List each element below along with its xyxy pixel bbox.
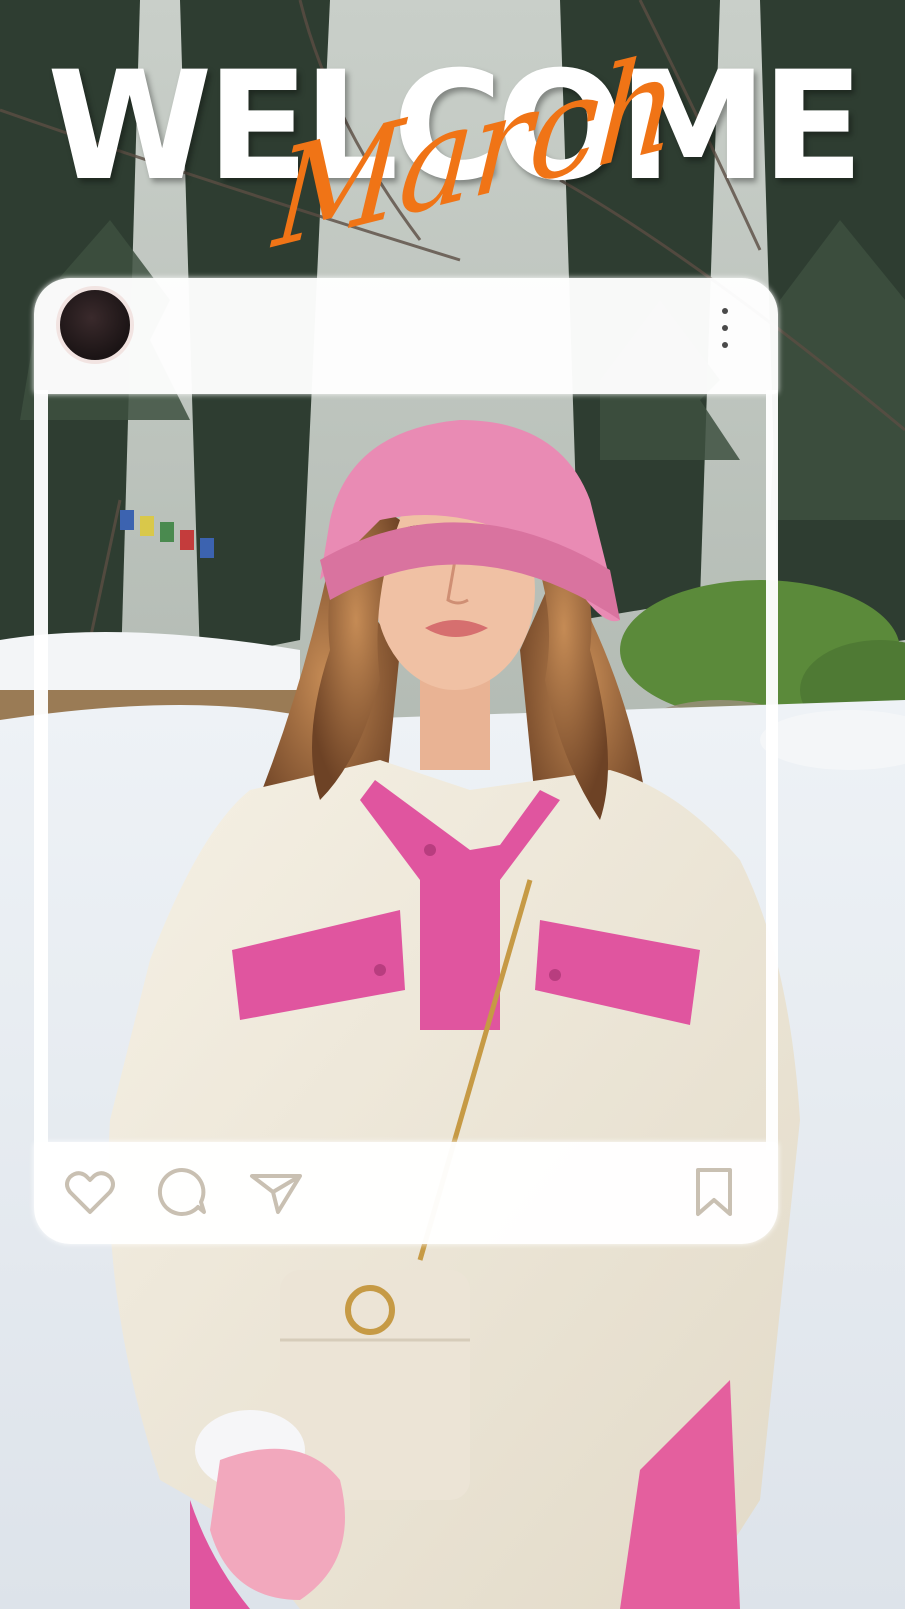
- post-header: [34, 278, 778, 394]
- avatar[interactable]: [56, 286, 134, 364]
- frame-left-border: [34, 390, 48, 1150]
- send-icon[interactable]: [246, 1162, 306, 1222]
- frame-right-border: [766, 390, 778, 1150]
- comment-icon[interactable]: [152, 1162, 212, 1222]
- bookmark-icon[interactable]: [684, 1162, 744, 1222]
- heart-icon[interactable]: [60, 1162, 120, 1222]
- more-vertical-icon[interactable]: [720, 308, 730, 348]
- post-actions-bar: [34, 1142, 778, 1244]
